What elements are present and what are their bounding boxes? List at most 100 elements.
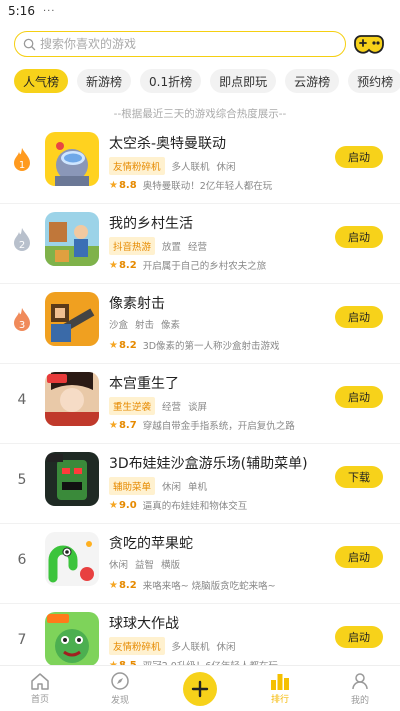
search-input[interactable] xyxy=(40,37,345,51)
game-tags: 辅助菜单 休闲 单机 xyxy=(109,477,207,495)
launch-button[interactable]: 启动 xyxy=(335,386,383,408)
game-icon[interactable] xyxy=(45,132,99,186)
nav-label: 发现 xyxy=(110,696,129,706)
game-title: 我的乡村生活 xyxy=(109,216,193,232)
game-row[interactable]: 6 贪吃的苹果蛇 休闲 益智 横版 ★ 8.2 来咯来咯~ 烧脑版贪吃蛇来咯~ … xyxy=(0,524,400,604)
game-tags: 友情粉碎机 多人联机 休闲 xyxy=(109,637,236,655)
tag: 休闲 xyxy=(162,482,182,493)
nav-profile[interactable]: 我的 xyxy=(320,666,400,711)
flame-rank-icon: 3 xyxy=(14,308,30,331)
game-meta: ★ 8.2 3D像素的第一人称沙盒射击游戏 xyxy=(109,338,280,353)
game-score: 9.0 xyxy=(118,499,137,511)
game-meta: ★ 9.0 逼真的布娃娃和物体交互 xyxy=(109,498,248,513)
tag: 沙盒 xyxy=(109,320,129,331)
game-icon[interactable] xyxy=(45,292,99,346)
bottom-nav: 首页 发现 排行 我的 xyxy=(0,665,400,711)
rank-number: 2 xyxy=(19,240,25,251)
nav-home[interactable]: 首页 xyxy=(0,666,80,711)
game-row[interactable]: 3 像素射击 沙盒 射击 像素 ★ 8.2 3D像素的第一人称沙盒射击游戏 启动 xyxy=(0,284,400,364)
plus-icon xyxy=(191,680,209,697)
game-tags: 抖音热游 放置 经营 xyxy=(109,237,207,255)
nav-plus[interactable] xyxy=(160,666,240,711)
compass-icon xyxy=(111,672,129,690)
game-score: 8.7 xyxy=(118,419,137,431)
rank-number: 5 xyxy=(17,472,27,488)
game-score: 8.2 xyxy=(118,259,137,271)
tag: 横版 xyxy=(161,560,181,571)
game-tags: 重生逆袭 经营 谈屏 xyxy=(109,397,207,415)
ranking-icon xyxy=(271,674,289,690)
launch-button[interactable]: 启动 xyxy=(335,306,383,328)
tag: 经营 xyxy=(162,402,182,413)
game-icon[interactable] xyxy=(45,372,99,426)
nav-label: 排行 xyxy=(270,695,289,705)
game-icon[interactable] xyxy=(45,612,99,666)
star-icon: ★ xyxy=(109,499,118,511)
tag: 休闲 xyxy=(216,162,236,173)
tag: 像素 xyxy=(161,320,181,331)
tag: 多人联机 xyxy=(171,162,210,173)
highlight-tag: 辅助菜单 xyxy=(109,477,156,495)
tag: 射击 xyxy=(135,320,155,331)
game-tags: 沙盒 射击 像素 xyxy=(109,317,180,331)
plus-button[interactable] xyxy=(183,671,217,706)
status-time: 5:16 xyxy=(8,4,35,18)
home-icon xyxy=(31,673,49,690)
highlight-tag: 重生逆袭 xyxy=(109,397,156,415)
ranking-tabs: 人气榜 新游榜 0.1折榜 即点即玩 云游榜 预约榜 xyxy=(14,69,400,93)
tab-new[interactable]: 新游榜 xyxy=(77,69,132,93)
star-icon: ★ xyxy=(109,179,118,191)
launch-button[interactable]: 启动 xyxy=(335,626,383,648)
nav-discover[interactable]: 发现 xyxy=(80,666,160,711)
download-button[interactable]: 下载 xyxy=(335,466,383,488)
game-icon[interactable] xyxy=(45,532,99,586)
launch-button[interactable]: 启动 xyxy=(335,226,383,248)
game-row[interactable]: 5 3D布娃娃沙盒游乐场(辅助菜单) 辅助菜单 休闲 单机 ★ 9.0 逼真的布… xyxy=(0,444,400,524)
game-desc: 开启属于自己的乡村农夫之旅 xyxy=(142,261,267,272)
gamepad-button[interactable] xyxy=(352,30,386,58)
search-box[interactable] xyxy=(14,31,346,57)
launch-button[interactable]: 启动 xyxy=(335,146,383,168)
flame-rank-icon: 2 xyxy=(14,228,30,251)
highlight-tag: 友情粉碎机 xyxy=(109,637,165,655)
ranking-hint: --根据最近三天的游戏综合热度展示-- xyxy=(113,108,287,120)
tab-discount[interactable]: 0.1折榜 xyxy=(140,69,202,93)
star-icon: ★ xyxy=(109,579,118,591)
rank-number: 6 xyxy=(17,552,27,568)
game-desc: 来咯来咯~ 烧脑版贪吃蛇来咯~ xyxy=(142,581,276,592)
tag: 经营 xyxy=(188,242,208,253)
highlight-tag: 抖音热游 xyxy=(109,237,156,255)
game-meta: ★ 8.8 奥特曼联动！2亿年轻人都在玩 xyxy=(109,178,273,193)
game-icon[interactable] xyxy=(45,212,99,266)
game-row[interactable]: 4 本宫重生了 重生逆袭 经营 谈屏 ★ 8.7 穿越自带金手指系统，开启复仇之… xyxy=(0,364,400,444)
status-bar: 5:16 ··· xyxy=(0,0,400,22)
nav-label: 我的 xyxy=(350,696,369,706)
game-title: 球球大作战 xyxy=(109,616,179,632)
game-row[interactable]: 2 我的乡村生活 抖音热游 放置 经营 ★ 8.2 开启属于自己的乡村农夫之旅 … xyxy=(0,204,400,284)
tag: 休闲 xyxy=(216,642,236,653)
rank-number: 7 xyxy=(17,632,27,648)
gamepad-icon xyxy=(354,35,384,54)
tag: 谈屏 xyxy=(188,402,208,413)
tab-reserve[interactable]: 预约榜 xyxy=(348,69,400,93)
game-meta: ★ 8.2 开启属于自己的乡村农夫之旅 xyxy=(109,258,267,273)
highlight-tag: 友情粉碎机 xyxy=(109,157,165,175)
game-row[interactable]: 1 太空杀-奥特曼联动 友情粉碎机 多人联机 休闲 ★ 8.8 奥特曼联动！2亿… xyxy=(0,124,400,204)
game-desc: 逼真的布娃娃和物体交互 xyxy=(142,501,248,512)
launch-button[interactable]: 启动 xyxy=(335,546,383,568)
game-tags: 休闲 益智 横版 xyxy=(109,557,180,571)
nav-ranking[interactable]: 排行 xyxy=(240,666,320,711)
tag: 休闲 xyxy=(109,560,129,571)
tab-instant-play[interactable]: 即点即玩 xyxy=(210,69,277,93)
game-desc: 奥特曼联动！2亿年轻人都在玩 xyxy=(142,181,273,192)
status-dots: ··· xyxy=(42,5,56,17)
tab-popular[interactable]: 人气榜 xyxy=(14,69,69,93)
game-score: 8.2 xyxy=(118,339,137,351)
rank-number: 1 xyxy=(19,160,25,171)
game-icon[interactable] xyxy=(45,452,99,506)
tab-cloud[interactable]: 云游榜 xyxy=(285,69,340,93)
star-icon: ★ xyxy=(109,259,118,271)
game-title: 3D布娃娃沙盒游乐场(辅助菜单) xyxy=(109,456,308,472)
game-desc: 穿越自带金手指系统，开启复仇之路 xyxy=(142,421,295,432)
tag: 多人联机 xyxy=(171,642,210,653)
